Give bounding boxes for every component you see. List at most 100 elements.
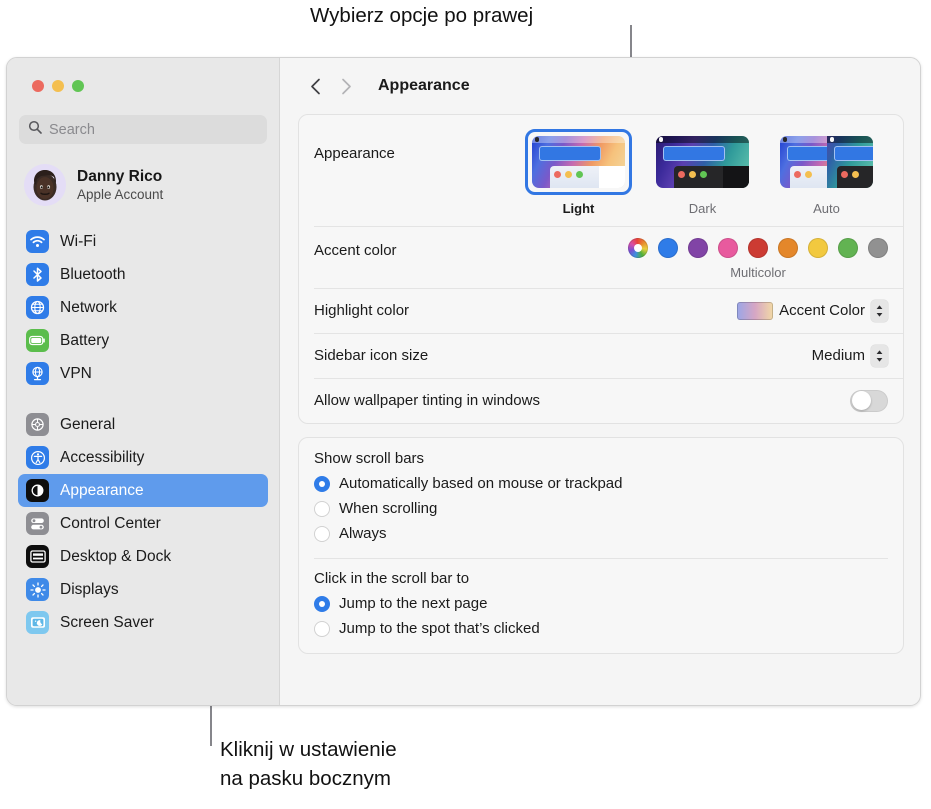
- accent-swatch-green[interactable]: [838, 238, 858, 258]
- appearance-option-label: Auto: [813, 201, 840, 216]
- sidebar-item-control-center[interactable]: Control Center: [18, 507, 268, 540]
- highlight-color-value: Accent Color: [779, 302, 865, 319]
- window-controls: [18, 58, 268, 92]
- bluetooth-icon: [26, 263, 49, 286]
- highlight-color-popup-button[interactable]: Accent Color: [737, 299, 888, 322]
- accent-color-options: Multicolor: [628, 238, 888, 280]
- sidebar-item-vpn[interactable]: VPN: [18, 357, 268, 390]
- callout-top-text: Wybierz opcje po prawej: [310, 4, 534, 27]
- accent-swatch-purple[interactable]: [688, 238, 708, 258]
- radio-show-scroll-bars-automatically[interactable]: Automatically based on mouse or trackpad: [314, 471, 888, 496]
- radio-label: Jump to the next page: [339, 595, 488, 612]
- sidebar-item-battery[interactable]: Battery: [18, 324, 268, 357]
- sidebar-item-label: Desktop & Dock: [60, 547, 172, 565]
- radio-button: [314, 525, 330, 542]
- account-text: Danny Rico Apple Account: [77, 168, 163, 202]
- control-center-icon: [26, 512, 49, 535]
- search-field[interactable]: Search: [19, 115, 267, 144]
- appearance-option-label: Dark: [688, 201, 717, 216]
- close-button[interactable]: [32, 80, 44, 92]
- accent-color-row: Accent color Multicolor: [299, 226, 903, 288]
- sidebar: Search Danny Rico Apple Account Wi-Fi Bl…: [7, 58, 280, 705]
- vpn-icon: [26, 362, 49, 385]
- radio-button: [314, 620, 330, 637]
- sidebar-item-general[interactable]: General: [18, 408, 268, 441]
- radio-button: [314, 595, 330, 612]
- accent-swatch-list: [628, 238, 888, 258]
- sidebar-icon-size-popup-button[interactable]: Medium: [812, 344, 888, 367]
- sidebar-item-label: Screen Saver: [60, 613, 154, 631]
- gear-icon: [26, 413, 49, 436]
- sidebar-item-wi-fi[interactable]: Wi-Fi: [18, 225, 268, 258]
- sidebar-group-connectivity: Wi-Fi Bluetooth Network Battery VPN: [18, 225, 268, 390]
- avatar: [24, 164, 66, 206]
- sidebar-item-appearance[interactable]: Appearance: [18, 474, 268, 507]
- content-pane: Appearance Appearance Light Dark Auto Ac…: [280, 58, 920, 705]
- sidebar-item-label: Accessibility: [60, 448, 145, 466]
- radio-button: [314, 475, 330, 492]
- sidebar-item-displays[interactable]: Displays: [18, 573, 268, 606]
- system-settings-window: Search Danny Rico Apple Account Wi-Fi Bl…: [6, 57, 921, 706]
- zoom-button[interactable]: [72, 80, 84, 92]
- highlight-color-row: Highlight color Accent Color: [299, 288, 903, 333]
- account-name: Danny Rico: [77, 168, 163, 185]
- wallpaper-tinting-row: Allow wallpaper tinting in windows: [299, 378, 903, 423]
- appearance-option-dark[interactable]: Dark: [649, 129, 756, 216]
- account-subtitle: Apple Account: [77, 187, 164, 202]
- appearance-settings-card: Appearance Light Dark Auto Accent color …: [298, 114, 904, 424]
- highlight-color-label: Highlight color: [314, 302, 410, 319]
- sidebar-item-label: Control Center: [60, 514, 161, 532]
- appearance-option-light[interactable]: Light: [525, 129, 632, 216]
- chevron-updown-icon: [871, 299, 888, 322]
- radio-label: Automatically based on mouse or trackpad: [339, 475, 623, 492]
- sidebar-item-label: Displays: [60, 580, 119, 598]
- radio-label: Always: [339, 525, 387, 542]
- back-icon[interactable]: [302, 73, 328, 99]
- wallpaper-tinting-label: Allow wallpaper tinting in windows: [314, 392, 540, 409]
- chevron-updown-icon: [871, 344, 888, 367]
- wifi-icon: [26, 230, 49, 253]
- radio-jump-to-next-page[interactable]: Jump to the next page: [314, 591, 888, 616]
- appearance-option-label: Light: [562, 201, 595, 216]
- sidebar-item-label: Appearance: [60, 481, 144, 499]
- click-scroll-bar-title: Click in the scroll bar to: [314, 570, 470, 587]
- appearance-row: Appearance Light Dark Auto: [299, 115, 903, 226]
- radio-show-scroll-bars-always[interactable]: Always: [314, 521, 888, 546]
- radio-jump-to-spot-clicked[interactable]: Jump to the spot that’s clicked: [314, 616, 888, 641]
- accent-color-label: Accent color: [314, 242, 397, 259]
- accent-swatch-multicolor[interactable]: [628, 238, 648, 258]
- search-placeholder: Search: [49, 121, 95, 138]
- radio-label: Jump to the spot that’s clicked: [339, 620, 540, 637]
- wallpaper-tinting-toggle[interactable]: [850, 389, 888, 412]
- accent-swatch-red[interactable]: [748, 238, 768, 258]
- accent-swatch-orange[interactable]: [778, 238, 798, 258]
- appearance-label: Appearance: [314, 145, 395, 162]
- sidebar-item-screen-saver[interactable]: Screen Saver: [18, 606, 268, 639]
- sidebar-item-label: VPN: [60, 364, 92, 382]
- apple-account-row[interactable]: Danny Rico Apple Account: [18, 159, 268, 211]
- sidebar-item-label: Battery: [60, 331, 110, 349]
- sidebar-icon-size-row: Sidebar icon size Medium: [299, 333, 903, 378]
- forward-icon[interactable]: [333, 73, 359, 99]
- desktop-dock-icon: [26, 545, 49, 568]
- sidebar-item-bluetooth[interactable]: Bluetooth: [18, 258, 268, 291]
- battery-icon: [26, 329, 49, 352]
- sidebar-item-label: General: [60, 415, 116, 433]
- scroll-bars-card: Show scroll bars Automatically based on …: [298, 437, 904, 654]
- page-title: Appearance: [378, 77, 470, 94]
- appearance-option-auto[interactable]: Auto: [773, 129, 880, 216]
- accent-swatch-pink[interactable]: [718, 238, 738, 258]
- show-scroll-bars-title: Show scroll bars: [314, 450, 425, 467]
- sidebar-item-desktop-and-dock[interactable]: Desktop & Dock: [18, 540, 268, 573]
- network-icon: [26, 296, 49, 319]
- toolbar: Appearance: [298, 58, 904, 114]
- accent-swatch-graphite[interactable]: [868, 238, 888, 258]
- accent-swatch-blue[interactable]: [658, 238, 678, 258]
- radio-show-scroll-bars-when-scrolling[interactable]: When scrolling: [314, 496, 888, 521]
- sidebar-item-accessibility[interactable]: Accessibility: [18, 441, 268, 474]
- screenshot-root: Wybierz opcje po prawej Kliknij w ustawi…: [0, 0, 931, 809]
- minimize-button[interactable]: [52, 80, 64, 92]
- accent-swatch-yellow[interactable]: [808, 238, 828, 258]
- sidebar-group-system: General Accessibility Appearance Control…: [18, 408, 268, 639]
- sidebar-item-network[interactable]: Network: [18, 291, 268, 324]
